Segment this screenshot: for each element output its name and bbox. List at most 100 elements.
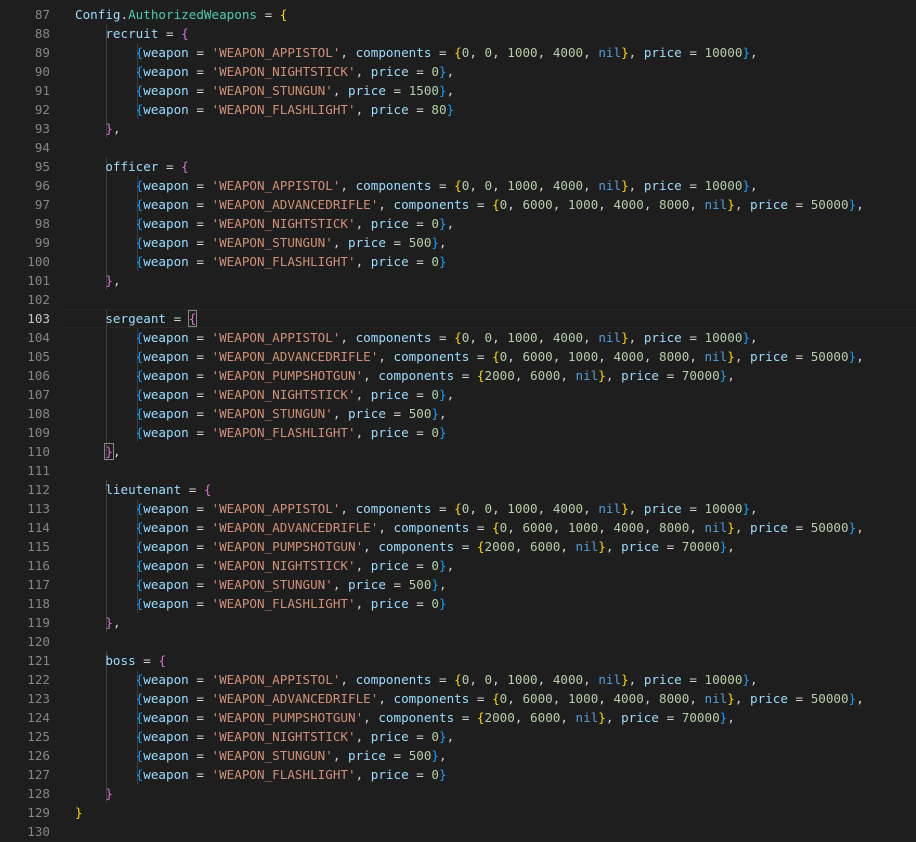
code-token: = <box>188 216 212 231</box>
line-content: {weapon = 'WEAPON_STUNGUN', price = 500}… <box>75 575 447 594</box>
code-token: price <box>370 767 409 782</box>
code-token: 6000 <box>522 691 553 706</box>
code-token: , <box>332 83 349 98</box>
code-line[interactable]: 116 {weapon = 'WEAPON_NIGHTSTICK', price… <box>0 556 916 575</box>
code-token: } <box>439 387 447 402</box>
code-line[interactable]: 87 Config.AuthorizedWeapons = { <box>0 5 916 24</box>
code-line[interactable]: 129} <box>0 803 916 822</box>
code-line[interactable]: 111 <box>0 461 916 480</box>
code-token: { <box>203 482 212 497</box>
code-line[interactable]: 117 {weapon = 'WEAPON_STUNGUN', price = … <box>0 575 916 594</box>
code-token: 500 <box>408 406 432 421</box>
code-token: = <box>158 159 182 174</box>
line-content: {weapon = 'WEAPON_ADVANCEDRIFLE', compon… <box>75 195 864 214</box>
code-line[interactable]: 123 {weapon = 'WEAPON_ADVANCEDRIFLE', co… <box>0 689 916 708</box>
code-line[interactable]: 102 <box>0 290 916 309</box>
code-token: price <box>370 729 409 744</box>
code-line[interactable]: 98 {weapon = 'WEAPON_NIGHTSTICK', price … <box>0 214 916 233</box>
code-line[interactable]: 121 boss = { <box>0 651 916 670</box>
code-line[interactable]: 91 {weapon = 'WEAPON_STUNGUN', price = 1… <box>0 81 916 100</box>
line-number: 110 <box>27 444 50 459</box>
code-token: = <box>658 368 682 383</box>
line-number: 125 <box>27 729 50 744</box>
code-line[interactable]: 101 }, <box>0 271 916 290</box>
code-token: weapon <box>143 710 189 725</box>
code-line[interactable]: 104 {weapon = 'WEAPON_APPISTOL', compone… <box>0 328 916 347</box>
code-line[interactable]: 103 sergeant = { <box>0 309 916 328</box>
code-line[interactable]: 119 }, <box>0 613 916 632</box>
code-token: , <box>734 197 751 212</box>
code-line[interactable]: 94 <box>0 138 916 157</box>
code-lines[interactable]: 8687Config.AuthorizedWeapons = {88 recru… <box>0 0 916 841</box>
line-number: 87 <box>34 7 50 22</box>
code-line[interactable]: 128 } <box>0 784 916 803</box>
code-line[interactable]: 112 lieutenant = { <box>0 480 916 499</box>
code-line[interactable]: 90 {weapon = 'WEAPON_NIGHTSTICK', price … <box>0 62 916 81</box>
code-token: weapon <box>143 729 189 744</box>
line-content: {weapon = 'WEAPON_FLASHLIGHT', price = 0… <box>75 594 447 613</box>
code-token: price <box>370 558 409 573</box>
code-token: , <box>598 197 614 212</box>
code-token: , <box>378 349 394 364</box>
code-token: 4000 <box>552 501 584 516</box>
code-token: 70000 <box>681 539 720 554</box>
code-token: = <box>188 235 212 250</box>
code-token: = <box>385 235 409 250</box>
code-line[interactable]: 88 recruit = { <box>0 24 916 43</box>
code-token: , <box>355 254 371 269</box>
code-line[interactable]: 113 {weapon = 'WEAPON_APPISTOL', compone… <box>0 499 916 518</box>
code-token: price <box>348 83 386 98</box>
line-content: sergeant = { <box>75 309 198 328</box>
code-line[interactable]: 114 {weapon = 'WEAPON_ADVANCEDRIFLE', co… <box>0 518 916 537</box>
code-token: = <box>681 45 705 60</box>
code-token: components <box>355 178 432 193</box>
code-line[interactable]: 127 {weapon = 'WEAPON_FLASHLIGHT', price… <box>0 765 916 784</box>
code-token: } <box>621 45 629 60</box>
code-line[interactable]: 95 officer = { <box>0 157 916 176</box>
code-token: , <box>355 64 371 79</box>
code-token: nil <box>598 672 622 687</box>
code-line[interactable]: 122 {weapon = 'WEAPON_APPISTOL', compone… <box>0 670 916 689</box>
code-token: = <box>135 653 159 668</box>
code-token: 'WEAPON_ADVANCEDRIFLE' <box>211 520 379 535</box>
line-number: 116 <box>27 558 50 573</box>
code-token: , <box>552 197 568 212</box>
code-line[interactable]: 124 {weapon = 'WEAPON_PUMPSHOTGUN', comp… <box>0 708 916 727</box>
line-content: Config.AuthorizedWeapons = { <box>75 5 287 24</box>
code-token: price <box>621 539 659 554</box>
code-line[interactable]: 106 {weapon = 'WEAPON_PUMPSHOTGUN', comp… <box>0 366 916 385</box>
code-token: 'WEAPON_STUNGUN' <box>211 748 333 763</box>
code-line[interactable]: 108 {weapon = 'WEAPON_STUNGUN', price = … <box>0 404 916 423</box>
code-token: 'WEAPON_NIGHTSTICK' <box>211 216 356 231</box>
code-line[interactable]: 93 }, <box>0 119 916 138</box>
code-line[interactable]: 92 {weapon = 'WEAPON_FLASHLIGHT', price … <box>0 100 916 119</box>
line-content: }, <box>75 271 120 290</box>
line-number: 118 <box>27 596 50 611</box>
code-token: 'WEAPON_STUNGUN' <box>211 577 333 592</box>
code-token: 8000 <box>658 520 690 535</box>
code-line[interactable]: 107 {weapon = 'WEAPON_NIGHTSTICK', price… <box>0 385 916 404</box>
code-line[interactable]: 118 {weapon = 'WEAPON_FLASHLIGHT', price… <box>0 594 916 613</box>
code-line[interactable]: 130 <box>0 822 916 841</box>
code-line[interactable]: 110 }, <box>0 442 916 461</box>
code-token: 'WEAPON_STUNGUN' <box>211 235 333 250</box>
code-line[interactable]: 126 {weapon = 'WEAPON_STUNGUN', price = … <box>0 746 916 765</box>
code-token: = <box>681 178 705 193</box>
code-line[interactable]: 96 {weapon = 'WEAPON_APPISTOL', componen… <box>0 176 916 195</box>
code-line[interactable]: 125 {weapon = 'WEAPON_NIGHTSTICK', price… <box>0 727 916 746</box>
code-line[interactable]: 105 {weapon = 'WEAPON_ADVANCEDRIFLE', co… <box>0 347 916 366</box>
code-line[interactable]: 115 {weapon = 'WEAPON_PUMPSHOTGUN', comp… <box>0 537 916 556</box>
line-content: {weapon = 'WEAPON_NIGHTSTICK', price = 0… <box>75 556 455 575</box>
code-line[interactable]: 100 {weapon = 'WEAPON_FLASHLIGHT', price… <box>0 252 916 271</box>
code-editor[interactable]: 8687Config.AuthorizedWeapons = {88 recru… <box>0 0 916 842</box>
code-line[interactable]: 109 {weapon = 'WEAPON_FLASHLIGHT', price… <box>0 423 916 442</box>
code-token: = <box>681 501 705 516</box>
code-line[interactable]: 120 <box>0 632 916 651</box>
code-line[interactable]: 97 {weapon = 'WEAPON_ADVANCEDRIFLE', com… <box>0 195 916 214</box>
code-token: 4000 <box>552 672 584 687</box>
code-token: price <box>643 501 682 516</box>
code-line[interactable]: 89 {weapon = 'WEAPON_APPISTOL', componen… <box>0 43 916 62</box>
code-line[interactable]: 99 {weapon = 'WEAPON_STUNGUN', price = 5… <box>0 233 916 252</box>
